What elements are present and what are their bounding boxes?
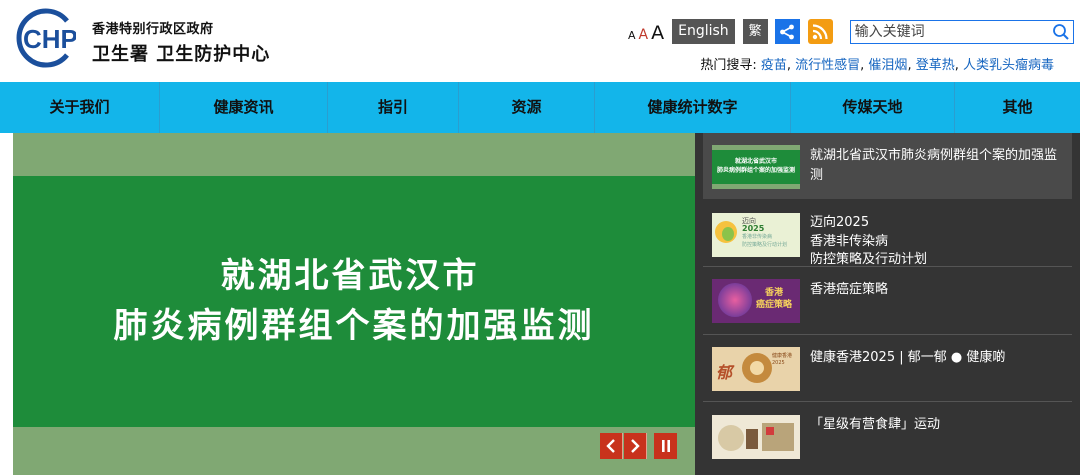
carousel-next-button[interactable] <box>624 433 647 459</box>
chevron-right-icon <box>631 439 640 453</box>
nav-item-about[interactable]: 关于我们 <box>0 82 160 133</box>
nav-item-guidelines[interactable]: 指引 <box>328 82 459 133</box>
thumb-star-eateries <box>712 415 800 459</box>
chevron-left-icon <box>606 439 615 453</box>
sidebar-ncd-title-line2: 香港非传染病 <box>810 233 889 249</box>
hot-search-link-vaccine[interactable]: 疫苗 <box>761 58 787 73</box>
font-size-medium-button[interactable]: A <box>639 28 649 42</box>
hero-title-line2: 肺炎病例群组个案的加强监测 <box>113 305 595 346</box>
hot-search-link-teargas[interactable]: 催泪烟 <box>868 58 907 73</box>
sidebar-item-star-eateries[interactable]: 「星级有营食肆」运动 <box>703 402 1072 475</box>
thumb-ncd-2025: 迈向 2025 香港非传染病 防控策略及行动计划 <box>712 213 800 257</box>
thumb-wuhan-line2: 肺炎病例群组个案的加强监测 <box>716 167 795 174</box>
rss-button[interactable] <box>807 19 833 44</box>
thumb-wuhan: 就湖北省武汉市 肺炎病例群组个案的加强监测 <box>712 145 800 189</box>
search-icon[interactable] <box>1052 23 1070 41</box>
carousel-prev-button[interactable] <box>600 433 623 459</box>
nav-item-others[interactable]: 其他 <box>955 82 1080 133</box>
hero-banner[interactable]: 就湖北省武汉市 肺炎病例群组个案的加强监测 <box>13 176 695 427</box>
thumb-ncd-line2: 2025 <box>742 224 765 233</box>
chp-logo[interactable]: CHP <box>14 7 76 69</box>
thumb-healthy-line2: 健康香港2025 <box>772 353 793 366</box>
thumb-cancer-line1: 香港 <box>765 288 784 298</box>
nav-item-resources[interactable]: 资源 <box>459 82 595 133</box>
hot-search-link-dengue[interactable]: 登革热 <box>916 58 955 73</box>
nav-item-health-info[interactable]: 健康资讯 <box>160 82 328 133</box>
share-icon <box>780 24 795 39</box>
thumb-ncd-line4: 防控策略及行动计划 <box>742 242 788 248</box>
site-name: 卫生署 卫生防护中心 <box>92 44 271 65</box>
sidebar-item-ncd-2025[interactable]: 迈向 2025 香港非传染病 防控策略及行动计划 迈向2025 香港非传染病 防… <box>703 201 1072 267</box>
hot-search-link-flu[interactable]: 流行性感冒 <box>795 58 860 73</box>
thumb-cancer: 香港 癌症策略 <box>712 279 800 323</box>
main-nav: 关于我们 健康资讯 指引 资源 健康统计数字 传媒天地 其他 <box>0 82 1080 133</box>
thumb-cancer-line2: 癌症策略 <box>756 300 793 310</box>
carousel-sidebar: 就湖北省武汉市 肺炎病例群组个案的加强监测 就湖北省武汉市肺炎病例群组个案的加强… <box>695 133 1080 475</box>
sidebar-item-cancer-strategy[interactable]: 香港 癌症策略 香港癌症策略 <box>703 267 1072 335</box>
sidebar-item-healthy-hk-2025[interactable]: 郁 健康香港2025 健康香港2025 | 郁一郁 ● 健康啲 <box>703 335 1072 402</box>
share-button[interactable] <box>774 19 800 44</box>
pause-icon <box>661 440 670 452</box>
org-name: 香港特别行政区政府 <box>92 22 214 37</box>
hero-carousel[interactable]: 就湖北省武汉市 肺炎病例群组个案的加强监测 <box>13 133 695 475</box>
sidebar-item-title: 「星级有营食肆」运动 <box>810 417 941 432</box>
site-title-block: 香港特别行政区政府 卫生署 卫生防护中心 <box>92 18 270 66</box>
nav-item-media[interactable]: 传媒天地 <box>791 82 955 133</box>
site-header: CHP 香港特别行政区政府 卫生署 卫生防护中心 A A A English 繁 <box>0 0 1080 82</box>
hot-search-link-hpv[interactable]: 人类乳头瘤病毒 <box>963 58 1054 73</box>
rss-icon <box>812 23 828 39</box>
hot-search-label: 热门搜寻: <box>700 58 757 73</box>
header-tools: A A A English 繁 <box>628 18 1074 44</box>
english-button[interactable]: English <box>672 19 735 44</box>
thumb-healthy-hk: 郁 健康香港2025 <box>712 347 800 391</box>
sidebar-item-title: 就湖北省武汉市肺炎病例群组个案的加强监测 <box>810 148 1058 183</box>
carousel-pause-button[interactable] <box>654 433 677 459</box>
sidebar-item-title: 香港癌症策略 <box>810 282 889 297</box>
logo-letters: CHP <box>23 24 76 54</box>
thumb-healthy-line1: 郁 <box>716 363 733 382</box>
search-input[interactable] <box>850 21 1041 43</box>
font-size-small-button[interactable]: A <box>628 30 636 41</box>
sidebar-item-title: 健康香港2025 | 郁一郁 ● 健康啲 <box>810 350 1006 365</box>
traditional-chinese-button[interactable]: 繁 <box>742 19 768 44</box>
thumb-wuhan-line1: 就湖北省武汉市 <box>734 158 777 165</box>
font-size-large-button[interactable]: A <box>651 24 664 43</box>
thumb-ncd-line3: 香港非传染病 <box>742 234 773 240</box>
search-box <box>849 20 1074 44</box>
hero-title-line1: 就湖北省武汉市 <box>220 256 480 297</box>
sidebar-ncd-title-line1: 迈向2025 <box>810 215 870 230</box>
nav-item-health-statistics[interactable]: 健康统计数字 <box>595 82 791 133</box>
sidebar-item-title: 迈向2025 香港非传染病 防控策略及行动计划 <box>810 214 1060 270</box>
sidebar-item-wuhan[interactable]: 就湖北省武汉市 肺炎病例群组个案的加强监测 就湖北省武汉市肺炎病例群组个案的加强… <box>703 133 1072 199</box>
hot-search-bar: 热门搜寻: 疫苗, 流行性感冒, 催泪烟, 登革热, 人类乳头瘤病毒 <box>700 58 1054 73</box>
